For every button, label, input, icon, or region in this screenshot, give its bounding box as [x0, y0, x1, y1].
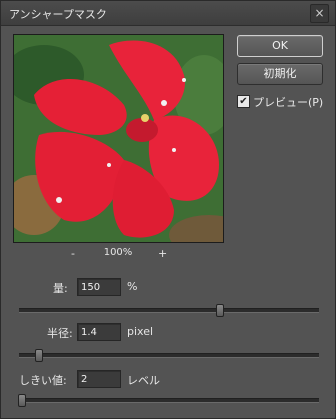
ok-button[interactable]: OK — [237, 35, 323, 57]
radius-slider-thumb[interactable] — [34, 349, 43, 362]
amount-slider-thumb[interactable] — [216, 304, 224, 317]
threshold-label: しきい値: — [19, 374, 67, 387]
threshold-unit: レベル — [127, 374, 160, 387]
amount-unit: % — [127, 280, 138, 293]
zoom-controls: - 100% + — [1, 247, 235, 261]
amount-slider-track[interactable] — [19, 304, 319, 317]
zoom-in-button[interactable]: + — [158, 247, 167, 260]
zoom-out-button[interactable]: - — [71, 247, 75, 260]
zoom-level: 100% — [103, 247, 133, 258]
reset-button[interactable]: 初期化 — [237, 63, 323, 85]
threshold-input[interactable]: 2 — [77, 370, 121, 388]
radius-input[interactable]: 1.4 — [77, 323, 121, 341]
preview-image[interactable] — [13, 34, 224, 243]
close-icon: × — [314, 6, 325, 20]
radius-label: 半径: — [47, 327, 73, 340]
flower-preview-graphic — [14, 35, 223, 242]
radius-slider-track[interactable] — [19, 349, 319, 362]
title-bar[interactable]: アンシャープマスク × — [1, 1, 335, 26]
close-button[interactable]: × — [310, 4, 329, 23]
radius-unit: pixel — [127, 325, 154, 338]
amount-input[interactable]: 150 — [77, 278, 121, 296]
dialog-title: アンシャープマスク — [9, 8, 107, 21]
unsharp-mask-dialog: アンシャープマスク × - 100% + OK 初期化 ✔ プレビュー(P) 量… — [0, 0, 336, 419]
preview-checkbox[interactable]: ✔ — [237, 95, 250, 108]
threshold-slider-thumb[interactable] — [18, 394, 26, 407]
preview-checkbox-label: プレビュー(P) — [253, 96, 324, 109]
threshold-slider-track[interactable] — [18, 394, 319, 407]
amount-label: 量: — [53, 282, 68, 295]
